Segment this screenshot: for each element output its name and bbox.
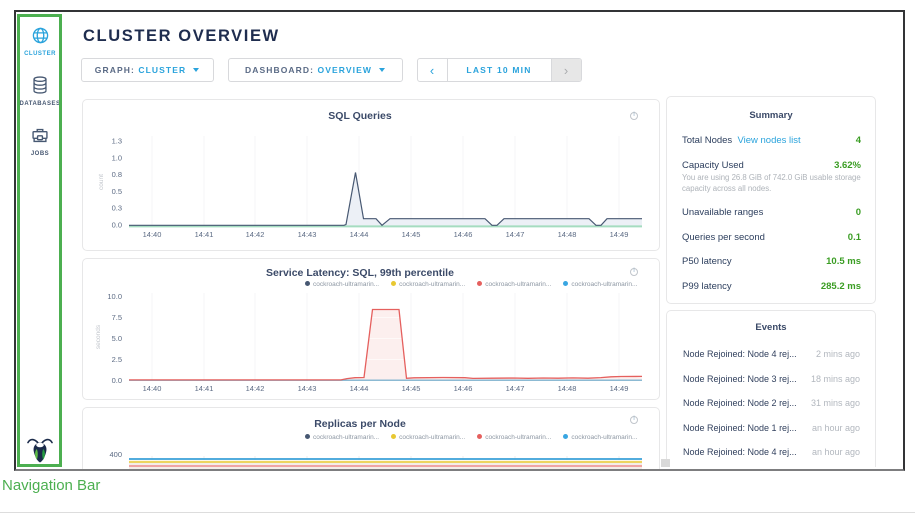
- svg-text:5.0: 5.0: [112, 334, 122, 343]
- svg-text:14:48: 14:48: [558, 230, 577, 239]
- svg-text:0.3: 0.3: [112, 204, 122, 213]
- svg-text:14:47: 14:47: [506, 384, 525, 393]
- svg-text:14:42: 14:42: [246, 230, 265, 239]
- svg-text:14:46: 14:46: [454, 384, 473, 393]
- svg-text:0.5: 0.5: [112, 187, 122, 196]
- svg-text:14:47: 14:47: [506, 230, 525, 239]
- svg-text:14:44: 14:44: [350, 230, 369, 239]
- svg-text:14:49: 14:49: [610, 384, 629, 393]
- svg-text:1.3: 1.3: [112, 137, 122, 146]
- svg-text:14:43: 14:43: [298, 384, 317, 393]
- svg-text:14:49: 14:49: [610, 230, 629, 239]
- svg-text:14:44: 14:44: [350, 384, 369, 393]
- svg-text:14:45: 14:45: [402, 230, 421, 239]
- svg-text:0.0: 0.0: [112, 221, 122, 230]
- svg-text:10.0: 10.0: [107, 292, 122, 301]
- svg-text:14:46: 14:46: [454, 230, 473, 239]
- svg-text:7.5: 7.5: [112, 313, 122, 322]
- svg-text:14:43: 14:43: [298, 230, 317, 239]
- svg-text:14:41: 14:41: [195, 384, 214, 393]
- svg-text:14:40: 14:40: [143, 230, 162, 239]
- svg-text:0.8: 0.8: [112, 170, 122, 179]
- svg-text:14:45: 14:45: [402, 384, 421, 393]
- svg-text:14:41: 14:41: [195, 230, 214, 239]
- svg-text:seconds: seconds: [95, 324, 102, 349]
- svg-text:14:48: 14:48: [558, 384, 577, 393]
- svg-text:0.0: 0.0: [112, 376, 122, 385]
- svg-text:count: count: [98, 174, 105, 190]
- svg-text:14:40: 14:40: [143, 384, 162, 393]
- svg-text:400: 400: [109, 450, 122, 459]
- svg-text:2.5: 2.5: [112, 355, 122, 364]
- svg-text:14:42: 14:42: [246, 384, 265, 393]
- svg-text:1.0: 1.0: [112, 153, 122, 162]
